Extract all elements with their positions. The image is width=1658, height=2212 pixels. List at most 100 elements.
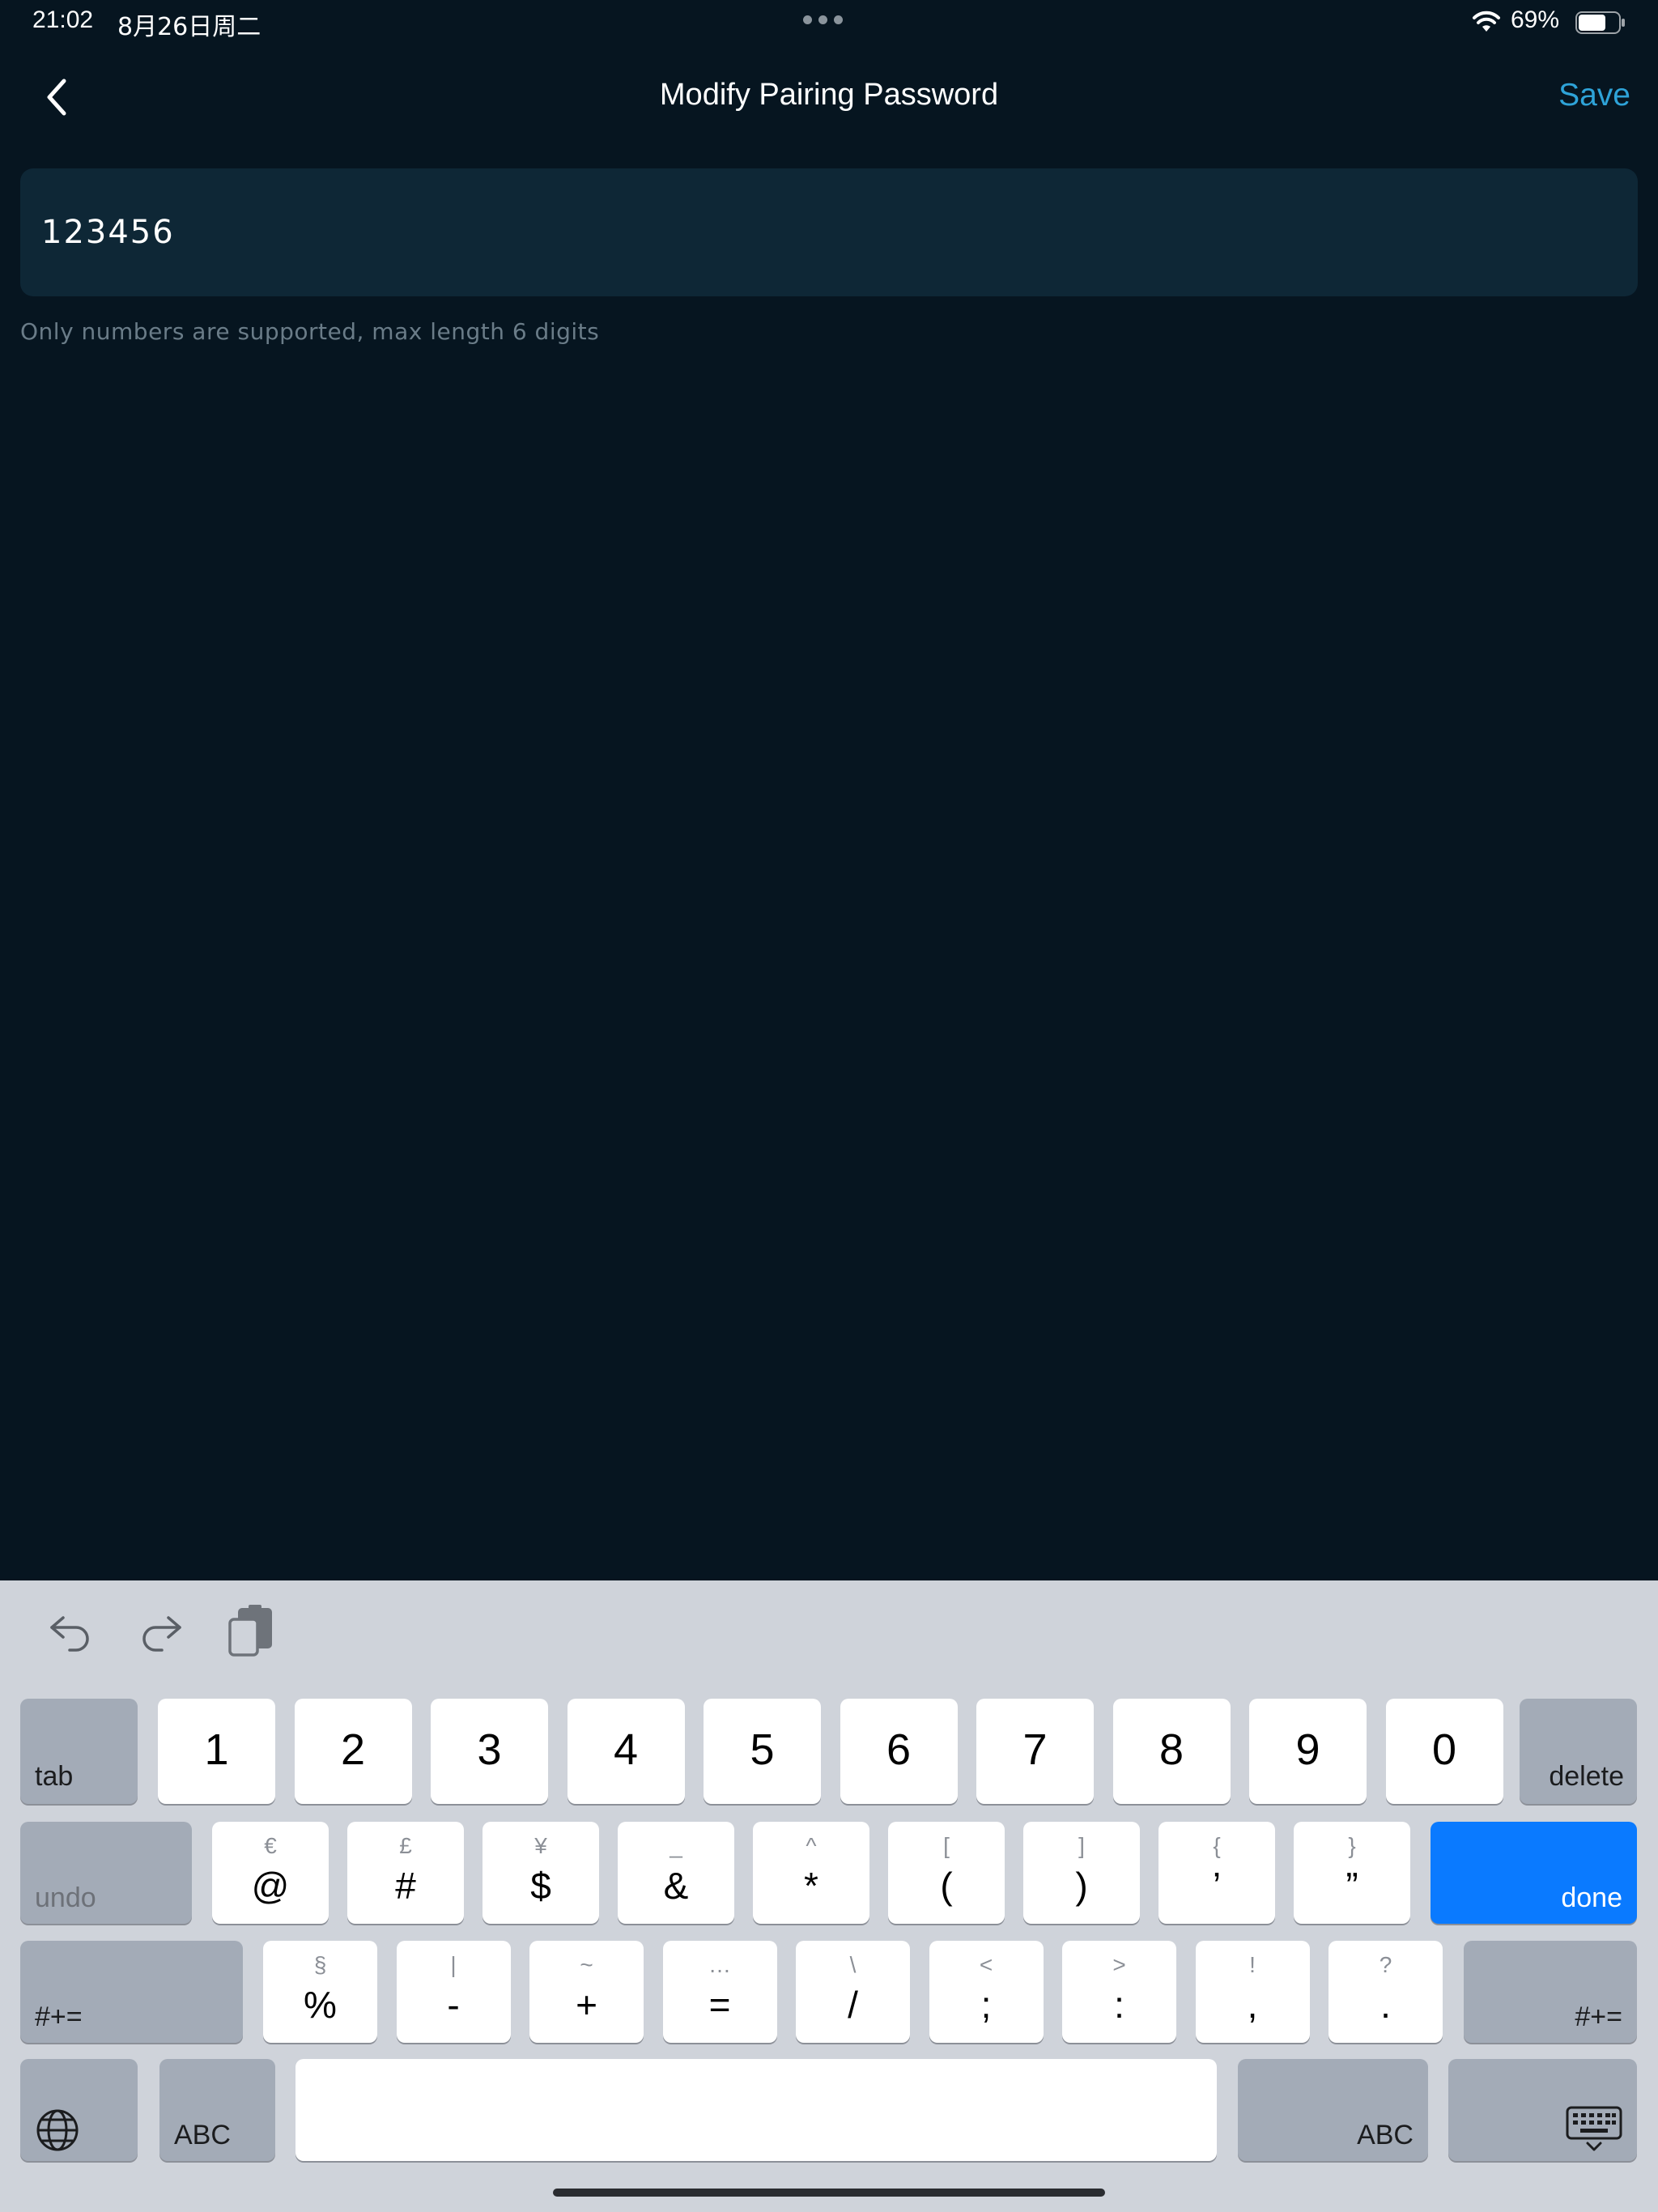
symbol-key[interactable]: {’	[1158, 1822, 1275, 1924]
password-hint: Only numbers are supported, max length 6…	[20, 318, 600, 345]
symbol-key-label: -	[447, 1984, 460, 2026]
abc-right-key[interactable]: ABC	[1238, 2059, 1428, 2161]
symbol-key-label: .	[1380, 1984, 1391, 2026]
key-1[interactable]: 1	[158, 1699, 275, 1804]
page-title: Modify Pairing Password	[659, 78, 999, 112]
symbol-key[interactable]: … =	[662, 1941, 777, 2043]
symbol-key-label: &	[663, 1865, 689, 1907]
symbol-key[interactable]: }”	[1294, 1822, 1410, 1924]
symbol-key-alt-label: §	[313, 1952, 327, 1977]
key-2-label: 2	[340, 1725, 366, 1774]
globe-key[interactable]	[20, 2059, 138, 2161]
abc-left-key[interactable]: ABC	[159, 2059, 275, 2161]
keyboard-dismiss-icon	[1566, 2106, 1622, 2151]
redo-arrow-icon[interactable]	[138, 1610, 185, 1652]
undo-arrow-icon[interactable]	[47, 1610, 94, 1652]
key-5[interactable]: 5	[704, 1699, 821, 1804]
symbol-key[interactable]: € @	[212, 1822, 329, 1924]
dismiss-keyboard-key[interactable]	[1448, 2059, 1637, 2161]
symbol-key-alt-label: ~	[580, 1952, 593, 1977]
symbol-key[interactable]: [(	[888, 1822, 1005, 1924]
symbol-key[interactable]: _ &	[618, 1822, 734, 1924]
key-9[interactable]: 9	[1249, 1699, 1367, 1804]
symbol-key[interactable]: | -	[396, 1941, 511, 2043]
key-2[interactable]: 2	[294, 1699, 412, 1804]
symbol-key-label: $	[530, 1865, 551, 1907]
symbol-key-alt-label: >	[1112, 1952, 1126, 1977]
key-8[interactable]: 8	[1112, 1699, 1231, 1804]
save-button[interactable]: Save	[1558, 78, 1630, 113]
symbol-key[interactable]: ~ +	[529, 1941, 644, 2043]
symbol-key[interactable]: <;	[929, 1941, 1044, 2043]
undo-key[interactable]: undo	[20, 1822, 192, 1924]
symbol-key-label: )	[1075, 1865, 1088, 1907]
space-key[interactable]	[295, 2059, 1217, 2161]
symbol-key-alt-label: \	[849, 1952, 857, 1977]
key-3-label: 3	[477, 1725, 502, 1774]
symbol-key[interactable]: \ /	[796, 1941, 910, 2043]
symbol-key-alt-label: {	[1213, 1833, 1221, 1858]
symbol-key-alt-label: <	[979, 1952, 993, 1977]
symbol-key-alt-label: ?	[1379, 1952, 1392, 1977]
symbol-key-alt-label: [	[943, 1833, 950, 1858]
multitasking-dots-icon[interactable]	[803, 15, 843, 24]
status-date: 8月26日周二	[117, 13, 261, 41]
symbol-key[interactable]: ])	[1023, 1822, 1140, 1924]
symbol-key-label: ”	[1346, 1865, 1358, 1907]
key-0-label: 0	[1431, 1725, 1457, 1774]
keyboard: tab delete undo done #+= #+= ABC ABC 1 2…	[0, 1580, 1658, 2212]
symbol-key-label: @	[251, 1865, 290, 1907]
symbol-key[interactable]: £ #	[347, 1822, 464, 1924]
symbol-key-label: ,	[1247, 1984, 1258, 2026]
symbol-key-label: %	[304, 1984, 337, 2026]
symbol-key-alt-label: ¥	[534, 1833, 547, 1858]
symbol-key-alt-label: }	[1348, 1833, 1356, 1858]
symbol-key-label: :	[1114, 1984, 1124, 2026]
symbols-shift-right-key[interactable]: #+=	[1464, 1941, 1637, 2043]
wifi-icon	[1473, 11, 1500, 32]
key-0[interactable]: 0	[1385, 1699, 1503, 1804]
symbol-key-alt-label: …	[708, 1952, 731, 1977]
done-key[interactable]: done	[1431, 1822, 1637, 1924]
symbol-key[interactable]: >:	[1062, 1941, 1176, 2043]
symbol-key-alt-label: |	[450, 1952, 457, 1977]
status-bar: 21:02 8月26日周二 69%	[0, 0, 1658, 45]
password-value: 123456	[41, 214, 175, 251]
symbol-key-alt-label: ]	[1078, 1833, 1085, 1858]
symbol-key-alt-label: _	[670, 1833, 682, 1858]
symbol-key-label: (	[940, 1865, 953, 1907]
key-7[interactable]: 7	[976, 1699, 1094, 1804]
key-1-label: 1	[204, 1725, 229, 1774]
symbol-key[interactable]: ^ *	[753, 1822, 869, 1924]
status-time: 21:02	[32, 6, 94, 33]
symbol-key-alt-label: ^	[806, 1833, 817, 1858]
key-5-label: 5	[750, 1725, 775, 1774]
tab-key[interactable]: tab	[20, 1699, 138, 1804]
key-4[interactable]: 4	[567, 1699, 685, 1804]
symbol-key[interactable]: §%	[263, 1941, 377, 2043]
symbols-shift-left-key[interactable]: #+=	[20, 1941, 243, 2043]
battery-percent: 69%	[1511, 6, 1560, 33]
battery-icon	[1575, 11, 1625, 34]
symbol-key-label: =	[708, 1984, 731, 2026]
symbol-key[interactable]: !,	[1195, 1941, 1310, 2043]
symbol-key[interactable]: ¥ $	[483, 1822, 599, 1924]
symbol-key-label: /	[848, 1984, 858, 2026]
symbol-key-label: +	[576, 1984, 597, 2026]
pairing-password-input[interactable]: 123456	[20, 168, 1638, 296]
key-3[interactable]: 3	[431, 1699, 548, 1804]
symbol-key-label: #	[395, 1865, 416, 1907]
symbol-key-label: ’	[1212, 1865, 1222, 1907]
key-9-label: 9	[1295, 1725, 1320, 1774]
globe-icon	[36, 2109, 79, 2151]
key-6[interactable]: 6	[840, 1699, 958, 1804]
home-indicator[interactable]	[553, 2189, 1105, 2197]
symbol-key[interactable]: ?.	[1329, 1941, 1443, 2043]
symbol-key-alt-label: !	[1249, 1952, 1256, 1977]
key-7-label: 7	[1022, 1725, 1048, 1774]
delete-key[interactable]: delete	[1520, 1699, 1637, 1804]
paste-clipboard-icon[interactable]	[227, 1605, 277, 1658]
symbol-key-alt-label: £	[399, 1833, 412, 1858]
key-8-label: 8	[1158, 1725, 1184, 1774]
symbol-key-label: *	[804, 1865, 818, 1907]
